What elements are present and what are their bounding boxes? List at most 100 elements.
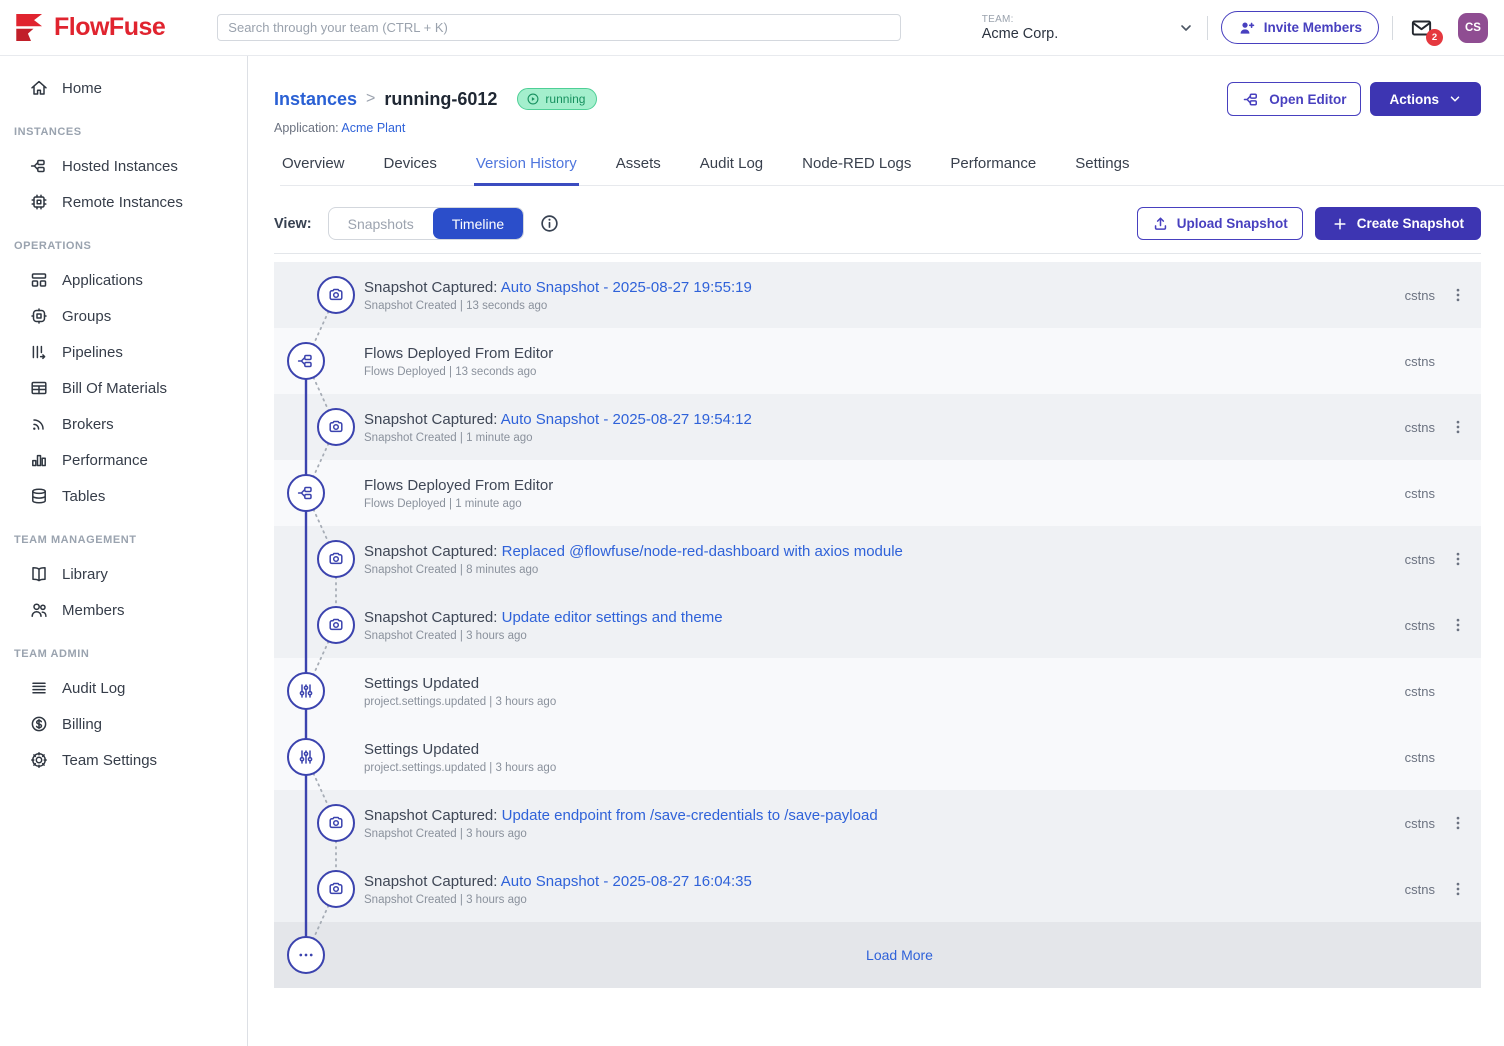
tab-devices[interactable]: Devices (382, 151, 439, 186)
groups-icon (29, 306, 49, 326)
sidebar-item-library[interactable]: Library (0, 556, 247, 592)
sidebar-item-label: Tables (62, 488, 105, 505)
timeline-event-title: Snapshot Captured: (364, 411, 497, 428)
sidebar-item-label: Billing (62, 716, 102, 733)
sidebar-item-groups[interactable]: Groups (0, 298, 247, 334)
sidebar-item-performance[interactable]: Performance (0, 442, 247, 478)
invite-members-button[interactable]: Invite Members (1221, 11, 1379, 44)
timeline-event-meta: Snapshot Created | 8 minutes ago (364, 564, 1405, 576)
kebab-menu-icon[interactable] (1435, 790, 1481, 856)
kebab-menu-icon[interactable] (1435, 526, 1481, 592)
flowfuse-logo-icon (16, 14, 46, 41)
snapshot-name-link[interactable]: Auto Snapshot - 2025-08-27 19:54:12 (501, 411, 752, 428)
sidebar-item-pipelines[interactable]: Pipelines (0, 334, 247, 370)
toggle-snapshots[interactable]: Snapshots (329, 208, 433, 239)
toggle-timeline[interactable]: Timeline (433, 208, 523, 239)
load-more-link[interactable]: Load More (364, 947, 1435, 963)
timeline-row: Flows Deployed From EditorFlows Deployed… (274, 328, 1481, 394)
home-icon (29, 78, 49, 98)
snapshot-name-link[interactable]: Replaced @flowfuse/node-red-dashboard wi… (502, 543, 903, 560)
timeline-event-meta: Flows Deployed | 1 minute ago (364, 498, 1405, 510)
timeline-row: Snapshot Captured: Auto Snapshot - 2025-… (274, 856, 1481, 922)
actions-label: Actions (1389, 92, 1439, 107)
sidebar-item-label: Home (62, 80, 102, 97)
upload-snapshot-label: Upload Snapshot (1177, 216, 1288, 231)
kebab-menu-icon[interactable] (1435, 394, 1481, 460)
sidebar-section-label: TEAM MANAGEMENT (0, 534, 247, 546)
view-toggle: Snapshots Timeline (328, 207, 525, 240)
header-divider (1392, 16, 1393, 40)
notifications-button[interactable]: 2 (1408, 16, 1435, 40)
team-selector[interactable]: TEAM: Acme Corp. (982, 14, 1194, 42)
snapshot-name-link[interactable]: Auto Snapshot - 2025-08-27 19:55:19 (501, 279, 752, 296)
kebab-menu-icon[interactable] (1435, 592, 1481, 658)
timeline-event-meta: project.settings.updated | 3 hours ago (364, 762, 1405, 774)
timeline-event-title: Flows Deployed From Editor (364, 477, 553, 494)
sidebar-item-label: Audit Log (62, 680, 125, 697)
tab-overview[interactable]: Overview (280, 151, 347, 186)
kebab-menu-icon[interactable] (1435, 262, 1481, 328)
timeline-event-title: Snapshot Captured: (364, 609, 497, 626)
open-editor-button[interactable]: Open Editor (1227, 82, 1361, 116)
node-red-editor-icon (1242, 90, 1261, 109)
avatar[interactable]: CS (1458, 13, 1488, 43)
application-link[interactable]: Acme Plant (341, 121, 405, 135)
breadcrumb-instances-link[interactable]: Instances (274, 89, 357, 110)
sidebar-item-label: Performance (62, 452, 148, 469)
sidebar-item-team-settings[interactable]: Team Settings (0, 742, 247, 778)
timeline-event-meta: Snapshot Created | 3 hours ago (364, 894, 1405, 906)
breadcrumb-separator: > (366, 90, 375, 108)
sidebar-item-billing[interactable]: Billing (0, 706, 247, 742)
camera-icon (317, 408, 355, 446)
application-label: Application: (274, 121, 339, 135)
brand-name: FlowFuse (54, 13, 165, 42)
sidebar-item-audit-log[interactable]: Audit Log (0, 670, 247, 706)
actions-button[interactable]: Actions (1370, 82, 1481, 116)
timeline-event-meta: Snapshot Created | 3 hours ago (364, 630, 1405, 642)
upload-snapshot-button[interactable]: Upload Snapshot (1137, 207, 1303, 240)
camera-icon (317, 540, 355, 578)
sidebar-item-hosted-instances[interactable]: Hosted Instances (0, 148, 247, 184)
create-snapshot-button[interactable]: Create Snapshot (1315, 207, 1481, 240)
tab-node-red-logs[interactable]: Node-RED Logs (800, 151, 913, 186)
snapshot-name-link[interactable]: Update editor settings and theme (502, 609, 723, 626)
sidebar-item-remote-instances[interactable]: Remote Instances (0, 184, 247, 220)
snapshot-name-link[interactable]: Update endpoint from /save-credentials t… (502, 807, 878, 824)
timeline-row: Snapshot Captured: Update endpoint from … (274, 790, 1481, 856)
billing-icon (29, 714, 49, 734)
flowfuse-logo[interactable]: FlowFuse (16, 13, 165, 42)
tab-settings[interactable]: Settings (1073, 151, 1131, 186)
sidebar-item-applications[interactable]: Applications (0, 262, 247, 298)
sidebar-item-tables[interactable]: Tables (0, 478, 247, 514)
tables-icon (29, 486, 49, 506)
timeline-user: cstns (1405, 354, 1435, 369)
search-input[interactable] (217, 14, 901, 41)
info-icon[interactable] (539, 213, 560, 234)
timeline-event-meta: Snapshot Created | 13 seconds ago (364, 300, 1405, 312)
tab-audit-log[interactable]: Audit Log (698, 151, 765, 186)
sidebar-item-label: Applications (62, 272, 143, 289)
timeline-event-title: Snapshot Captured: (364, 807, 497, 824)
sidebar-item-label: Groups (62, 308, 111, 325)
timeline-user: cstns (1405, 618, 1435, 633)
status-badge: running (517, 88, 597, 110)
sidebar-item-home[interactable]: Home (0, 70, 247, 106)
tab-assets[interactable]: Assets (614, 151, 663, 186)
sidebar-item-bill-of-materials[interactable]: Bill Of Materials (0, 370, 247, 406)
timeline-user: cstns (1405, 288, 1435, 303)
auditlog-icon (29, 678, 49, 698)
create-snapshot-label: Create Snapshot (1357, 216, 1464, 231)
kebab-menu-icon[interactable] (1435, 856, 1481, 922)
timeline-row: Snapshot Captured: Auto Snapshot - 2025-… (274, 394, 1481, 460)
tab-version-history[interactable]: Version History (474, 151, 579, 186)
sidebar: HomeINSTANCESHosted InstancesRemote Inst… (0, 56, 248, 1046)
sidebar-item-members[interactable]: Members (0, 592, 247, 628)
sidebar-item-label: Pipelines (62, 344, 123, 361)
timeline-event-meta: Snapshot Created | 3 hours ago (364, 828, 1405, 840)
plus-icon (1332, 216, 1348, 232)
sidebar-item-brokers[interactable]: Brokers (0, 406, 247, 442)
snapshot-name-link[interactable]: Auto Snapshot - 2025-08-27 16:04:35 (501, 873, 752, 890)
chip-icon (29, 192, 49, 212)
app-window: FlowFuse TEAM: Acme Corp. Invite Members (0, 0, 1504, 1046)
tab-performance[interactable]: Performance (948, 151, 1038, 186)
